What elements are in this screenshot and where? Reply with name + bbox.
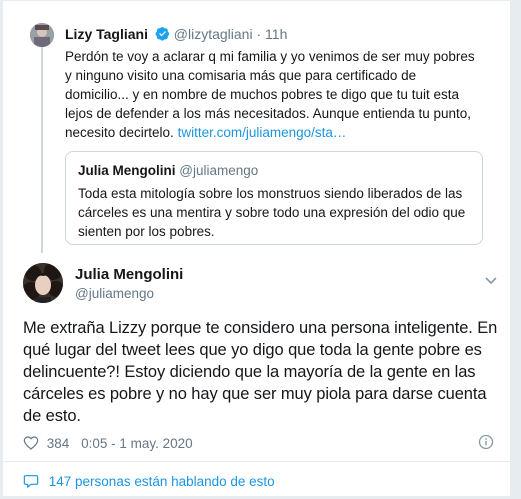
conversation-text[interactable]: 147 personas están hablando de esto <box>49 474 275 489</box>
like-count[interactable]: 384 <box>47 436 70 451</box>
separator-dot: · <box>256 26 262 42</box>
quoted-author-handle: @juliamengo <box>179 163 259 178</box>
info-icon[interactable] <box>478 434 494 450</box>
parent-avatar[interactable] <box>30 23 54 47</box>
parent-author-handle[interactable]: @lizytagliani <box>174 26 253 42</box>
tweet-card: Lizy Tagliani @lizytagliani · 11h Perdón… <box>2 0 511 497</box>
main-author-handle[interactable]: @juliamengo <box>75 285 154 303</box>
tweet-meta: 384 0:05 - 1 may. 2020 <box>23 435 193 455</box>
quoted-tweet-text: Toda esta mitología sobre los monstruos … <box>78 186 466 239</box>
parent-tweet-link[interactable]: twitter.com/juliamengo/sta… <box>178 125 347 140</box>
chevron-down-icon[interactable] <box>484 273 498 287</box>
quoted-tweet-header: Julia Mengolini @juliamengo <box>78 162 258 180</box>
comment-bubble-icon <box>23 473 39 493</box>
parent-author-name[interactable]: Lizy Tagliani <box>65 26 148 42</box>
tweet-timestamp[interactable]: 0:05 - 1 may. 2020 <box>81 436 193 451</box>
main-tweet-text: Me extraña Lizzy porque te considero una… <box>23 319 498 425</box>
parent-tweet-text: Perdón te voy a aclarar q mi familia y y… <box>65 47 480 142</box>
conversation-link[interactable]: 147 personas están hablando de esto <box>23 473 275 493</box>
quoted-author-name: Julia Mengolini <box>78 163 176 178</box>
verified-badge-icon <box>155 26 170 45</box>
parent-tweet-header: Lizy Tagliani @lizytagliani · 11h <box>65 25 287 45</box>
heart-icon[interactable] <box>23 435 39 455</box>
divider <box>3 461 510 462</box>
main-avatar[interactable] <box>23 263 63 303</box>
quoted-tweet[interactable]: Julia Mengolini @juliamengo Toda esta mi… <box>65 151 483 245</box>
main-author-name[interactable]: Julia Mengolini <box>75 266 183 284</box>
parent-tweet-time[interactable]: 11h <box>265 26 287 42</box>
thread-line <box>41 47 43 253</box>
